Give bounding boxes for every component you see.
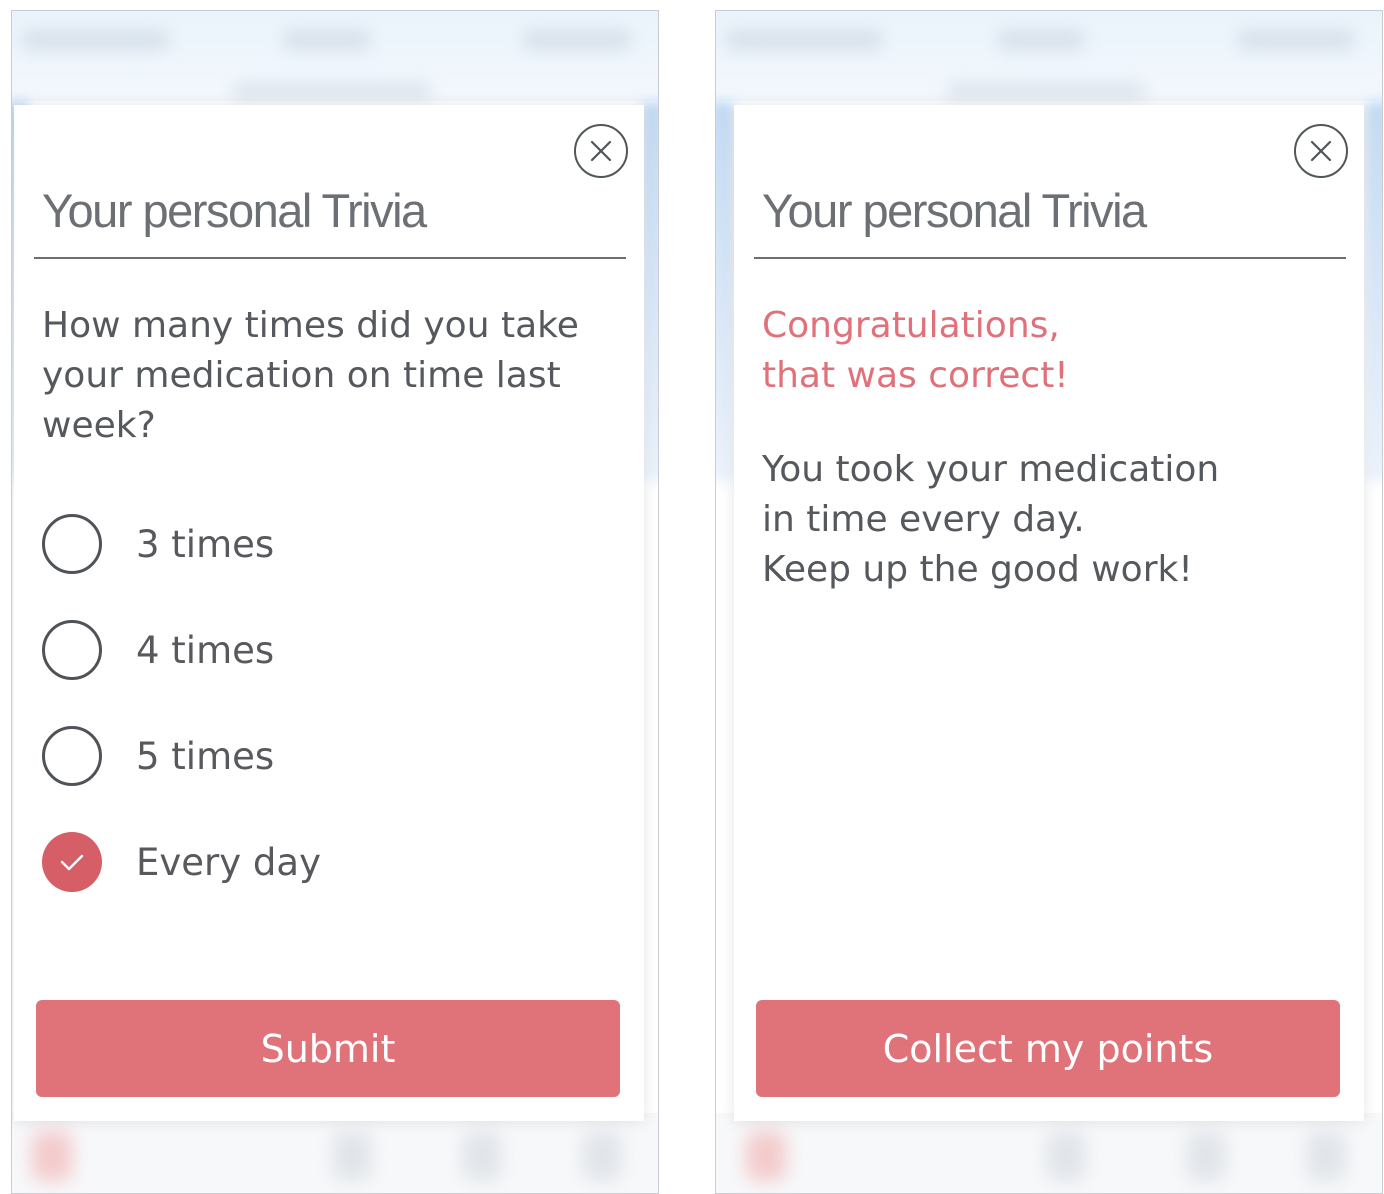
option-every-day[interactable]: Every day (42, 831, 321, 893)
radio-button[interactable] (42, 726, 102, 786)
close-button[interactable] (574, 124, 628, 178)
checkmark-icon (60, 854, 84, 871)
blurred-edge-left (716, 101, 734, 481)
radio-button[interactable] (42, 514, 102, 574)
result-message: You took your medication in time every d… (762, 449, 1220, 590)
option-label: 3 times (136, 522, 275, 566)
blurred-tab-bar (12, 1113, 658, 1193)
title-divider (34, 257, 626, 259)
option-5-times[interactable]: 5 times (42, 725, 321, 787)
blurred-status-center (996, 29, 1086, 51)
congrats-message: Congratulations, that was correct! (762, 305, 1069, 396)
trivia-question: How many times did you take your medicat… (42, 305, 579, 446)
blurred-tab-bar (716, 1113, 1382, 1193)
blurred-status-right (1236, 29, 1356, 51)
option-label: 4 times (136, 628, 275, 672)
blurred-nav-title (946, 83, 1146, 99)
blurred-edge-right (1366, 101, 1382, 481)
blurred-tab (332, 1131, 372, 1181)
radio-button-checked[interactable] (42, 832, 102, 892)
modal-title: Your personal Trivia (762, 184, 1147, 237)
result-screen: Your personal Trivia Congratulations, th… (715, 10, 1383, 1194)
option-3-times[interactable]: 3 times (42, 513, 321, 575)
blurred-status-left (20, 29, 170, 51)
title-divider (754, 257, 1346, 259)
blurred-tab (746, 1131, 786, 1181)
blurred-tab (582, 1131, 622, 1181)
option-label: 5 times (136, 734, 275, 778)
close-icon (1310, 140, 1332, 162)
blurred-edge-right (642, 101, 658, 481)
trivia-modal: Your personal Trivia How many times did … (14, 105, 644, 1121)
close-button[interactable] (1294, 124, 1348, 178)
blurred-tab (1186, 1131, 1226, 1181)
blurred-status-right (522, 29, 632, 51)
blurred-tab (32, 1131, 72, 1181)
radio-button[interactable] (42, 620, 102, 680)
collect-points-button[interactable]: Collect my points (756, 1000, 1340, 1097)
blurred-tab (462, 1131, 502, 1181)
option-label: Every day (136, 840, 321, 884)
blurred-tab (1046, 1131, 1086, 1181)
question-screen: Your personal Trivia How many times did … (11, 10, 659, 1194)
submit-button[interactable]: Submit (36, 1000, 620, 1097)
answer-options: 3 times 4 times 5 times Every day (42, 513, 321, 937)
blurred-status-center (282, 29, 372, 51)
modal-title: Your personal Trivia (42, 184, 427, 237)
blurred-nav-title (232, 83, 432, 99)
blurred-status-left (724, 29, 884, 51)
close-icon (590, 140, 612, 162)
blurred-tab (1306, 1131, 1346, 1181)
option-4-times[interactable]: 4 times (42, 619, 321, 681)
trivia-modal: Your personal Trivia Congratulations, th… (734, 105, 1364, 1121)
